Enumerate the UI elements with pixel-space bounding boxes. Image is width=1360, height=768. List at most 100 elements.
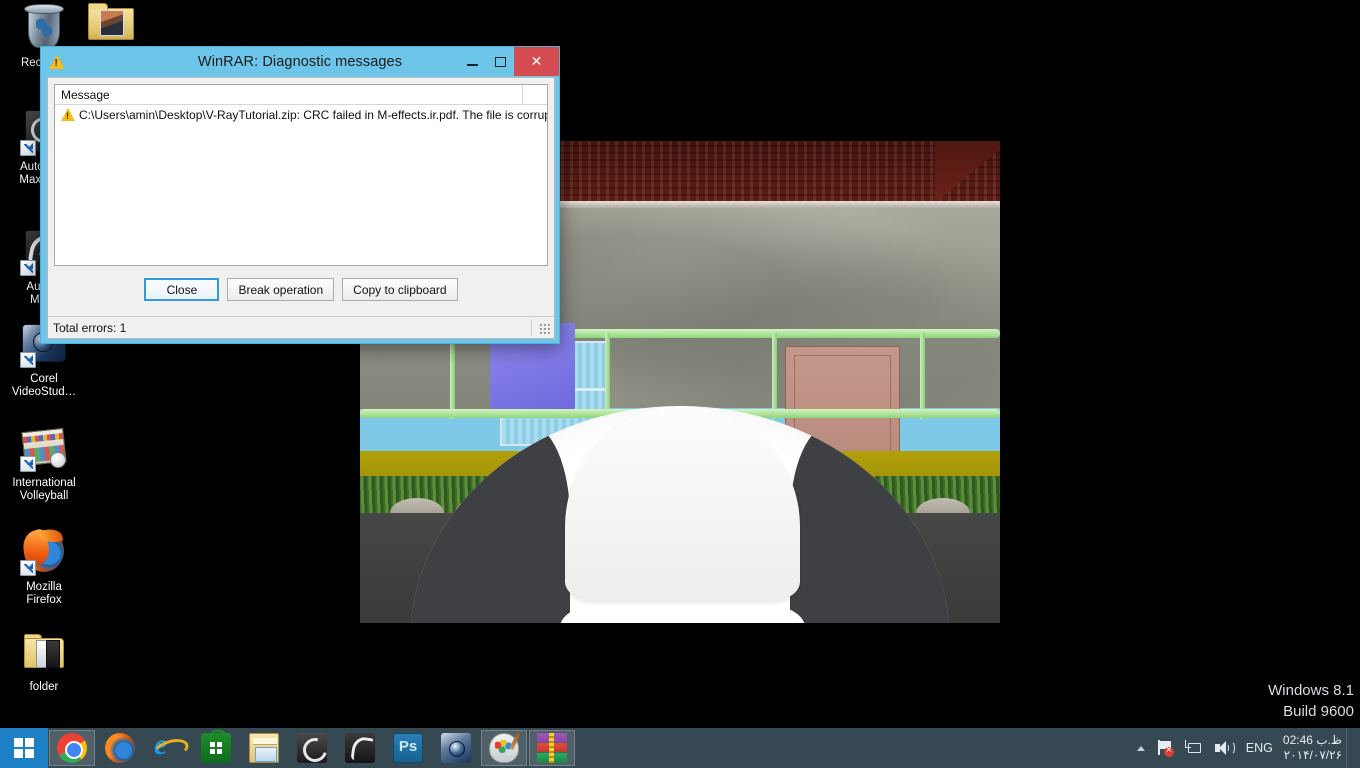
column-header-message[interactable]: Message (55, 85, 523, 105)
chevron-up-icon (1136, 745, 1145, 751)
folder-icon (20, 628, 68, 676)
ball-panel-white-top (565, 406, 800, 601)
desktop-icon-label: International (12, 477, 76, 489)
ball-panel-white-bottom (560, 606, 805, 623)
status-separator (531, 319, 532, 336)
shortcut-arrow-icon (20, 140, 36, 156)
shortcut-arrow-icon (20, 560, 36, 576)
maximize-button[interactable] (486, 47, 514, 76)
railing-post (920, 333, 925, 419)
messages-list[interactable]: Message C:\Users\amin\Desktop\V-RayTutor… (54, 84, 548, 266)
taskbar-firefox[interactable] (97, 730, 143, 766)
maya-icon (345, 733, 375, 763)
watermark-line-2: Build 9600 (1283, 703, 1354, 720)
folder-tab (88, 3, 108, 10)
windows-logo-icon (14, 738, 34, 758)
chrome-icon (57, 733, 87, 763)
taskbar-corel[interactable] (433, 730, 479, 766)
column-header-spacer (523, 85, 547, 105)
soccer-ball (410, 406, 950, 623)
list-item[interactable]: C:\Users\amin\Desktop\V-RayTutorial.zip:… (55, 105, 547, 125)
railing-post (772, 333, 777, 419)
taskbar-items[interactable] (48, 728, 576, 768)
shortcut-arrow-icon (20, 456, 36, 472)
dialog-status-bar: Total errors: 1 (48, 316, 554, 338)
warning-triangle-icon (61, 108, 76, 122)
desktop-icon-label: Volleyball (19, 490, 69, 502)
copy-to-clipboard-button[interactable]: Copy to clipboard (342, 278, 458, 301)
minimize-icon (466, 63, 478, 66)
resize-grip[interactable] (539, 323, 551, 335)
taskbar-3ds-max[interactable] (289, 730, 335, 766)
close-button[interactable]: Close (144, 278, 220, 301)
shortcut-arrow-icon (20, 260, 36, 276)
desktop-icon-label: VideoStud… (11, 386, 77, 398)
taskbar-paint[interactable] (481, 730, 527, 766)
dialog-titlebar[interactable]: WinRAR: Diagnostic messages ✕ (41, 47, 559, 76)
desktop-icon-international-volleyball[interactable]: International Volleyball (0, 424, 88, 503)
maximize-icon (494, 56, 506, 67)
windows-activation-watermark: Windows 8.1 Build 9600 (1268, 680, 1354, 722)
ball-panel-dark-right (790, 424, 950, 623)
status-total-errors: Total errors: 1 (53, 320, 127, 335)
warning-triangle-icon (49, 54, 65, 70)
taskbar-explorer[interactable] (241, 730, 287, 766)
store-icon (201, 730, 231, 763)
taskbar[interactable]: ENG 02:46 ظ.ب ۲۰۱۴/۰۷/۲۶ (0, 728, 1360, 768)
ball-panel-dark-left (410, 424, 570, 623)
dialog-button-row: Close Break operation Copy to clipboard (48, 266, 554, 301)
taskbar-winrar[interactable] (529, 730, 575, 766)
flag-icon (1157, 740, 1174, 757)
watermark-line-1: Windows 8.1 (1268, 682, 1354, 699)
network-button[interactable] (1179, 728, 1208, 768)
system-tray[interactable]: ENG 02:46 ظ.ب ۲۰۱۴/۰۷/۲۶ (1131, 728, 1360, 768)
roof-tiles (525, 141, 1000, 203)
file-explorer-icon (249, 733, 279, 763)
window-caption-buttons[interactable]: ✕ (458, 47, 559, 76)
network-icon (1184, 740, 1202, 756)
volume-icon (1214, 740, 1235, 756)
railing-post (605, 333, 610, 419)
desktop-icon-folder[interactable]: folder (0, 628, 88, 694)
taskbar-store[interactable] (193, 730, 239, 766)
desktop[interactable]: Recycl… Autode… Max 20… Auto… Maya Corel… (0, 0, 1360, 768)
action-center-button[interactable] (1151, 728, 1179, 768)
paint-icon (489, 733, 519, 763)
clock-time: 02:46 ظ.ب (1282, 733, 1342, 747)
start-button[interactable] (0, 728, 48, 768)
message-text: C:\Users\amin\Desktop\V-RayTutorial.zip:… (79, 108, 548, 122)
close-button[interactable]: ✕ (514, 47, 559, 76)
desktop-icon-label: folder (29, 681, 59, 693)
railing-post (450, 333, 455, 419)
internet-explorer-icon (153, 728, 183, 763)
shortcut-arrow-icon (20, 352, 36, 368)
taskbar-maya[interactable] (337, 730, 383, 766)
volume-button[interactable] (1208, 728, 1238, 768)
firefox-icon (18, 526, 68, 576)
firefox-icon (105, 733, 135, 763)
dialog-client-area: Message C:\Users\amin\Desktop\V-RayTutor… (47, 77, 555, 339)
recycle-bin-icon (20, 4, 68, 52)
clock-date: ۲۰۱۴/۰۷/۲۶ (1283, 748, 1342, 762)
clock[interactable]: 02:46 ظ.ب ۲۰۱۴/۰۷/۲۶ (1281, 733, 1346, 763)
desktop-icon-mozilla-firefox[interactable]: Mozilla Firefox (0, 526, 88, 607)
photo-thumbnail (100, 10, 124, 36)
taskbar-ie[interactable] (145, 728, 191, 766)
desktop-icon-photo-folder[interactable] (88, 0, 136, 44)
minimize-button[interactable] (458, 47, 486, 76)
break-operation-button[interactable]: Break operation (227, 278, 335, 301)
show-hidden-icons-button[interactable] (1131, 728, 1151, 768)
winrar-diagnostic-messages-dialog[interactable]: WinRAR: Diagnostic messages ✕ Message (40, 46, 560, 344)
volleyball-game-icon (20, 424, 68, 472)
show-desktop-button[interactable] (1346, 728, 1354, 768)
winrar-icon (537, 733, 567, 763)
taskbar-chrome[interactable] (49, 730, 95, 766)
desktop-icon-label: Firefox (26, 594, 62, 606)
corel-videostudio-icon (441, 733, 471, 763)
desktop-icon-label: Mozilla (26, 581, 62, 593)
taskbar-photoshop[interactable] (385, 730, 431, 766)
3dsmax-icon (297, 733, 327, 763)
messages-list-header: Message (55, 85, 547, 105)
language-indicator[interactable]: ENG (1238, 741, 1281, 755)
photoshop-icon (393, 733, 423, 763)
